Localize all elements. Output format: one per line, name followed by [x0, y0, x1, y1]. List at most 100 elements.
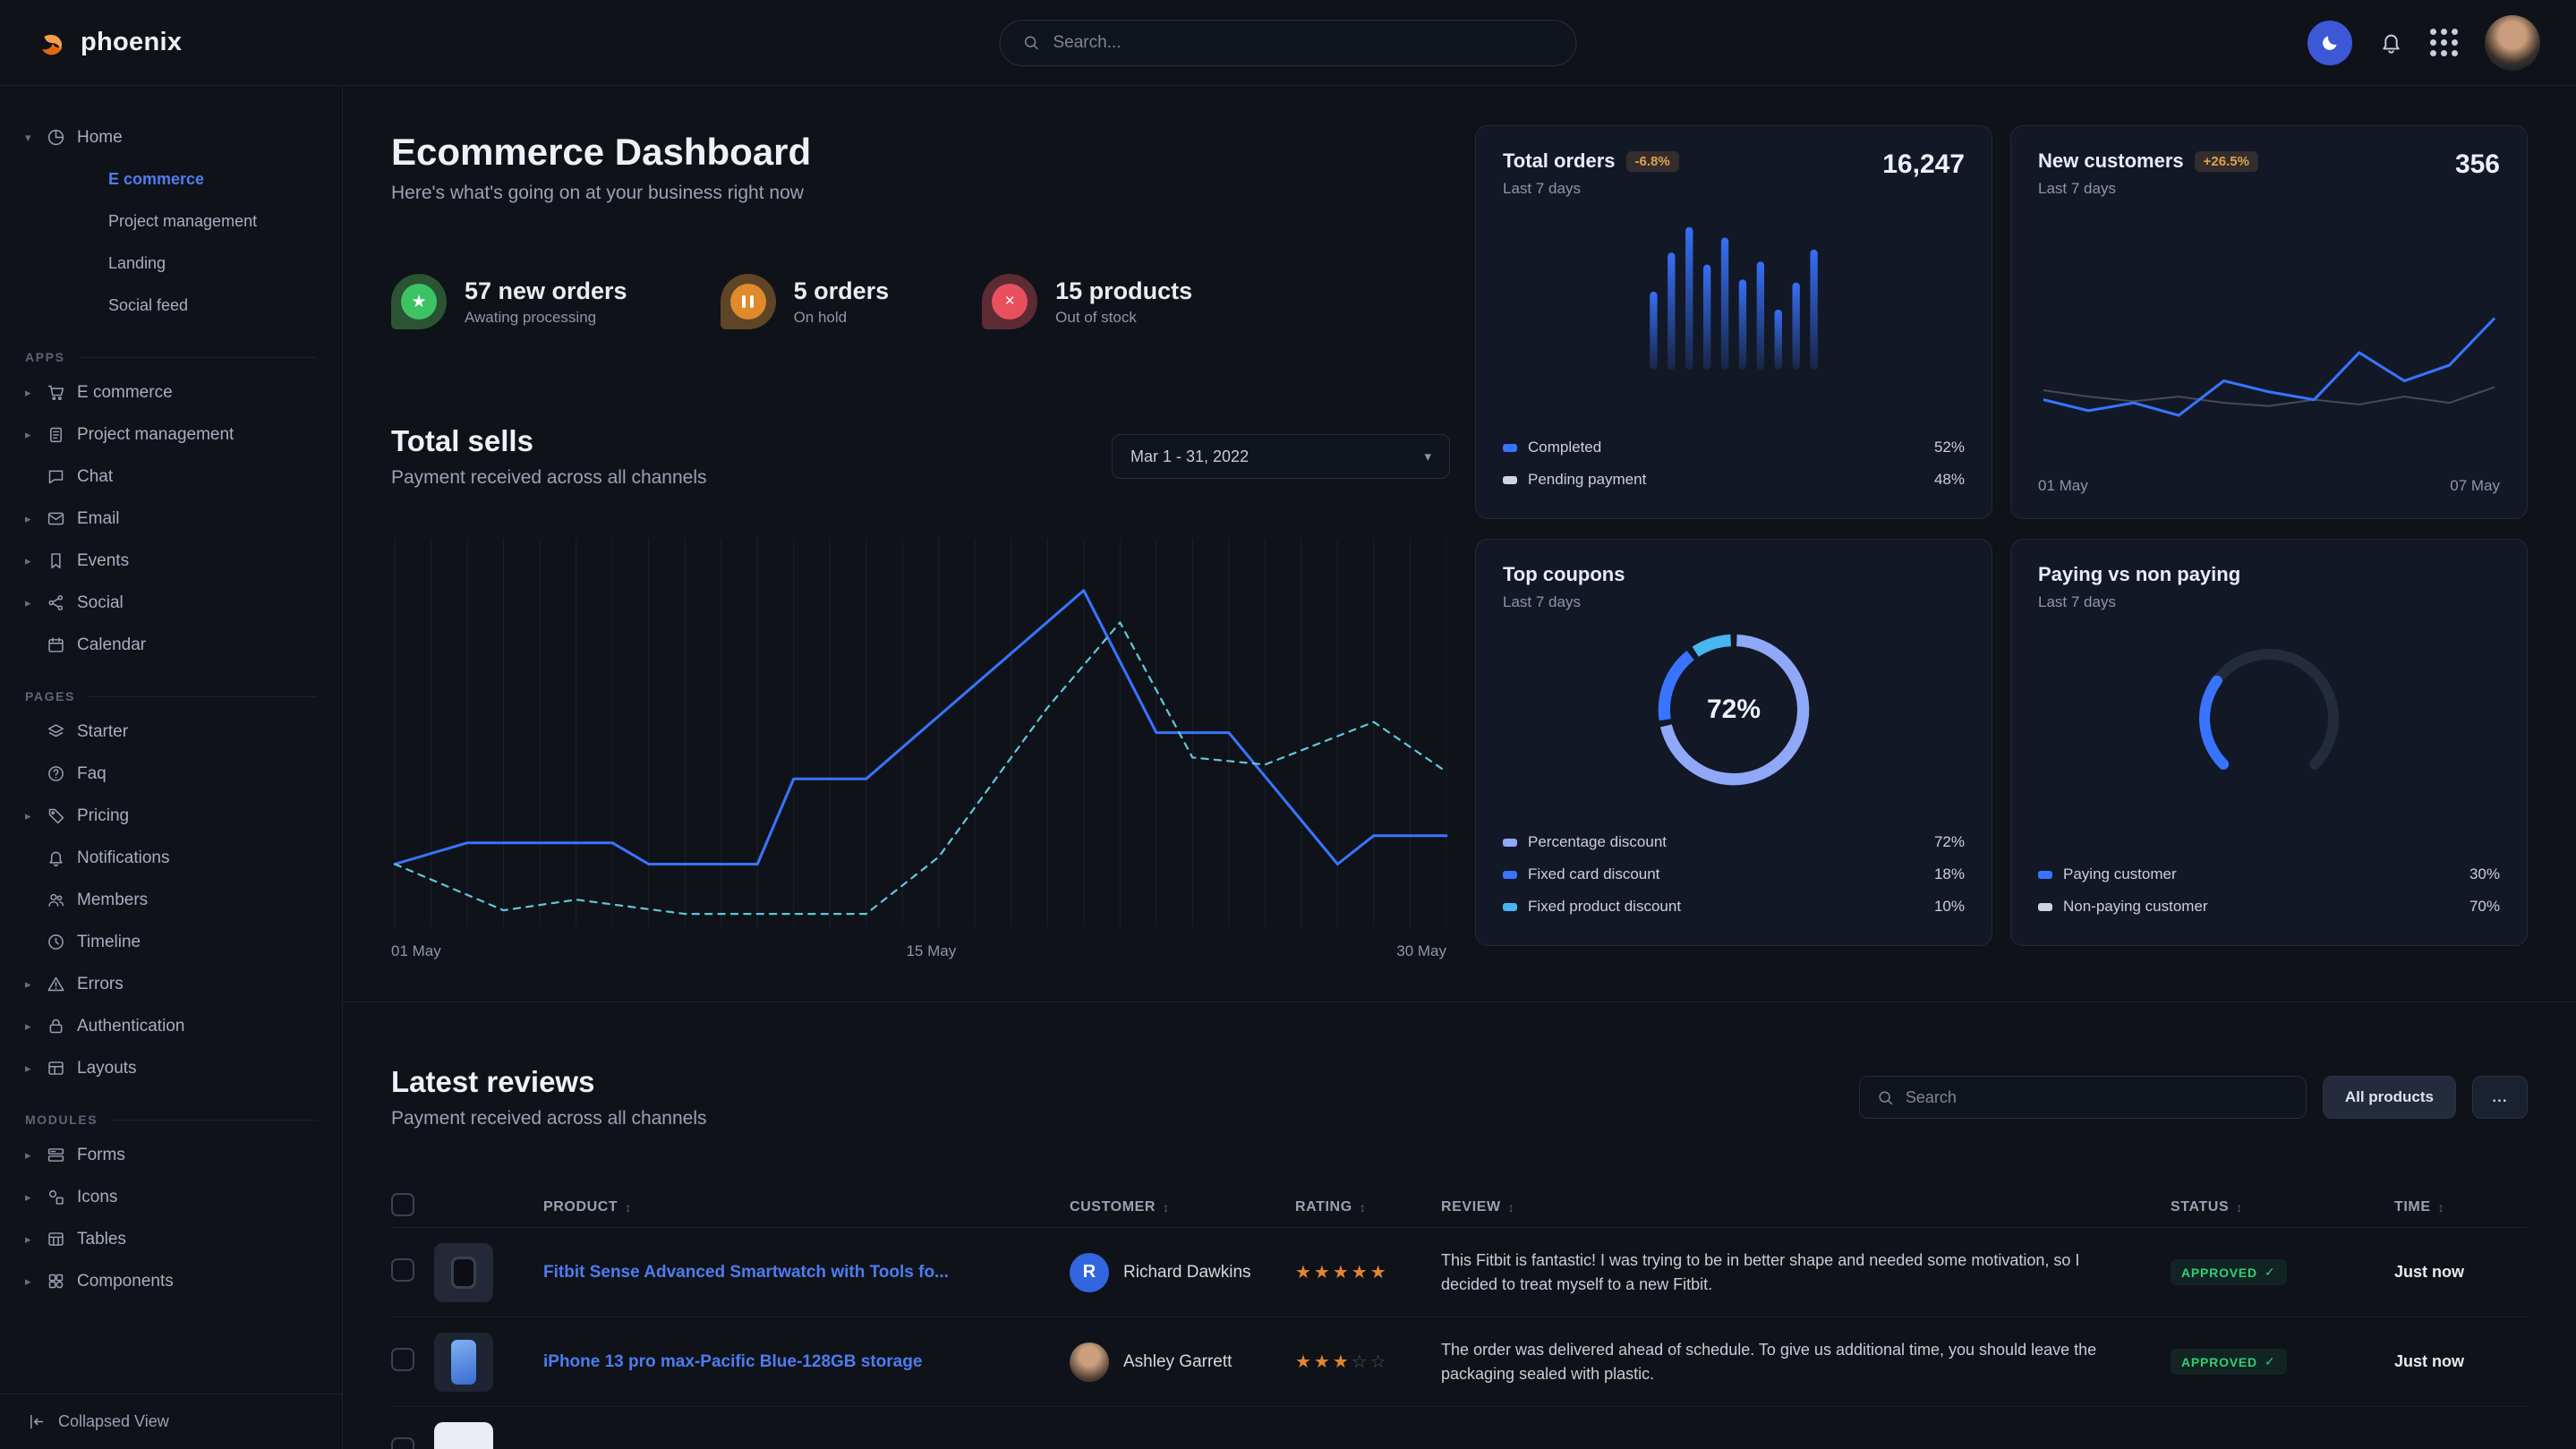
sort-icon: ↕: [625, 1200, 632, 1215]
stat-out-of-stock: × 15 productsOut of stock: [982, 274, 1192, 329]
x-axis-labels: 01 May 07 May: [2038, 477, 2500, 495]
sidebar-item-icons[interactable]: ▸Icons: [0, 1176, 342, 1218]
user-avatar[interactable]: [2485, 15, 2540, 71]
sidebar-item-members[interactable]: Members: [0, 879, 342, 921]
more-options-button[interactable]: ...: [2472, 1076, 2528, 1119]
total-orders-card: Total orders -6.8% Last 7 days 16,247 Co…: [1475, 125, 1992, 519]
top-coupons-donut-chart: 72%: [1650, 626, 1818, 794]
legend-swatch: [1503, 903, 1517, 911]
chat-icon: [47, 467, 77, 486]
notifications-button[interactable]: [2379, 30, 2403, 55]
caret-right-icon: ▸: [25, 1190, 47, 1205]
check-icon: ✓: [2265, 1354, 2276, 1369]
column-header-product[interactable]: PRODUCT↕: [543, 1199, 1070, 1215]
legend-swatch: [1503, 476, 1517, 484]
sidebar-item-authentication[interactable]: ▸Authentication: [0, 1005, 342, 1047]
sidebar-subitem-project-management[interactable]: Project management: [0, 200, 342, 243]
reviews-search-input[interactable]: [1906, 1088, 2290, 1107]
total-orders-bar-chart: [1644, 212, 1823, 370]
stats-row: ★ 57 new ordersAwating processing 5 orde…: [391, 274, 1450, 329]
sidebar-item-events[interactable]: ▸Events: [0, 540, 342, 582]
sidebar-item-components[interactable]: ▸Components: [0, 1260, 342, 1302]
sidebar-item-timeline[interactable]: Timeline: [0, 921, 342, 963]
main-content: Ecommerce Dashboard Here's what's going …: [343, 86, 2576, 1449]
caret-right-icon: ▸: [25, 1148, 47, 1163]
collapsed-view-toggle[interactable]: Collapsed View: [0, 1394, 342, 1449]
sidebar-item-layouts[interactable]: ▸Layouts: [0, 1047, 342, 1089]
sidebar-item-forms[interactable]: ▸Forms: [0, 1134, 342, 1176]
theme-toggle-button[interactable]: [2307, 21, 2352, 65]
date-range-select[interactable]: Mar 1 - 31, 2022 ▾: [1112, 434, 1450, 479]
paying-legend: Paying customer30% Non-paying customer70…: [2038, 859, 2500, 922]
all-products-button[interactable]: All products: [2323, 1076, 2456, 1119]
column-header-time[interactable]: TIME↕: [2394, 1199, 2528, 1215]
sidebar-item-home[interactable]: ▾ Home: [0, 116, 342, 158]
form-icon: [47, 1146, 77, 1164]
time-cell: Just now: [2394, 1263, 2528, 1282]
sidebar-item-errors[interactable]: ▸Errors: [0, 963, 342, 1005]
search-icon: [1876, 1088, 1895, 1107]
row-checkbox[interactable]: [391, 1437, 414, 1449]
sidebar-item-project-management[interactable]: ▸Project management: [0, 413, 342, 456]
sidebar-item-tables[interactable]: ▸Tables: [0, 1218, 342, 1260]
sidebar-item-ecommerce-app[interactable]: ▸E commerce: [0, 371, 342, 413]
caret-right-icon: ▸: [25, 1061, 47, 1076]
product-link[interactable]: Fitbit Sense Advanced Smartwatch with To…: [543, 1263, 949, 1282]
sort-icon: ↕: [1508, 1200, 1515, 1215]
caret-right-icon: ▸: [25, 1232, 47, 1247]
global-search[interactable]: [1000, 20, 1577, 66]
select-all-checkbox[interactable]: [391, 1193, 414, 1216]
lock-icon: [47, 1017, 77, 1036]
new-customers-value: 356: [2455, 149, 2500, 180]
grid-icon: [2430, 29, 2458, 56]
product-thumbnail: [434, 1243, 493, 1302]
sidebar-item-social[interactable]: ▸Social: [0, 582, 342, 624]
sidebar-item-calendar[interactable]: Calendar: [0, 624, 342, 666]
page-subtitle: Here's what's going on at your business …: [391, 183, 1450, 204]
collapse-icon: [27, 1412, 46, 1431]
table-row: iPhone 13 pro max-Pacific Blue-128GB sto…: [391, 1317, 2528, 1407]
rating-stars: ★★★★★: [1295, 1263, 1389, 1283]
sidebar-item-starter[interactable]: Starter: [0, 711, 342, 753]
status-badge: APPROVED✓: [2171, 1259, 2287, 1285]
sort-icon: ↕: [1163, 1200, 1170, 1215]
brand[interactable]: phoenix: [36, 26, 182, 60]
sidebar-item-notifications[interactable]: Notifications: [0, 837, 342, 879]
row-checkbox[interactable]: [391, 1258, 414, 1282]
caret-right-icon: ▸: [25, 809, 47, 823]
sidebar-subitem-ecommerce[interactable]: E commerce: [0, 158, 342, 200]
global-search-input[interactable]: [1053, 33, 1555, 53]
customer-avatar: [1070, 1342, 1109, 1382]
review-text: The order was delivered ahead of schedul…: [1441, 1338, 2171, 1386]
sidebar-subitem-landing[interactable]: Landing: [0, 243, 342, 285]
sort-icon: ↕: [2438, 1200, 2445, 1215]
donut-center-label: 72%: [1650, 626, 1818, 794]
sort-icon: ↕: [1360, 1200, 1367, 1215]
reviews-search[interactable]: [1859, 1076, 2307, 1119]
customer-avatar: R: [1070, 1253, 1109, 1292]
product-link[interactable]: iPhone 13 pro max-Pacific Blue-128GB sto…: [543, 1352, 922, 1371]
sidebar-item-pricing[interactable]: ▸Pricing: [0, 795, 342, 837]
apps-grid-button[interactable]: [2430, 29, 2458, 56]
brand-name: phoenix: [81, 28, 182, 57]
row-checkbox[interactable]: [391, 1348, 414, 1371]
top-coupons-card: Top coupons Last 7 days 72% Percentage d…: [1475, 539, 1992, 946]
sidebar-item-chat[interactable]: Chat: [0, 456, 342, 498]
new-customers-card: New customers +26.5% Last 7 days 356 01 …: [2010, 125, 2528, 519]
moon-icon: [2319, 32, 2341, 54]
caret-right-icon: ▸: [25, 512, 47, 526]
sidebar-subitem-social-feed[interactable]: Social feed: [0, 285, 342, 327]
chevron-down-icon: ▾: [1424, 448, 1431, 465]
share-icon: [47, 593, 77, 612]
column-header-customer[interactable]: CUSTOMER↕: [1070, 1199, 1295, 1215]
sidebar-item-faq[interactable]: Faq: [0, 753, 342, 795]
caret-down-icon: ▾: [25, 131, 47, 145]
sidebar-section-modules: MODULES: [25, 1112, 317, 1127]
column-header-status[interactable]: STATUS↕: [2171, 1199, 2394, 1215]
sidebar-section-pages: PAGES: [25, 689, 317, 703]
column-header-rating[interactable]: RATING↕: [1295, 1199, 1441, 1215]
paying-vs-nonpaying-card: Paying vs non paying Last 7 days Paying …: [2010, 539, 2528, 946]
sidebar-item-email[interactable]: ▸Email: [0, 498, 342, 540]
column-header-review[interactable]: REVIEW↕: [1441, 1199, 2171, 1215]
x-icon: ×: [992, 284, 1028, 320]
